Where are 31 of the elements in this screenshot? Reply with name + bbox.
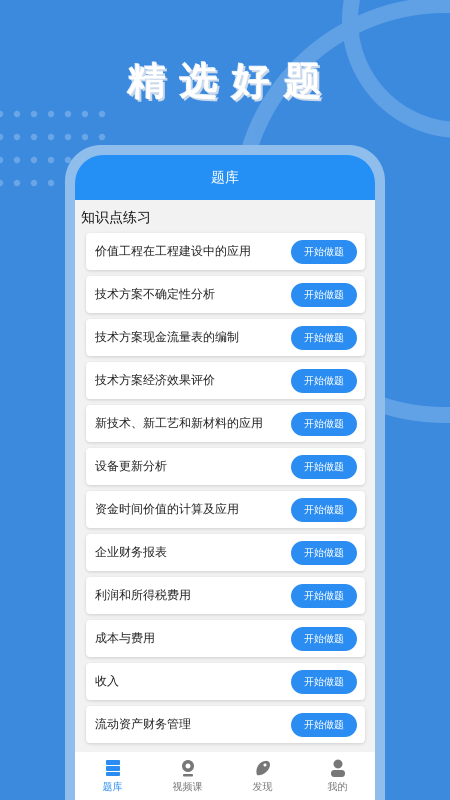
topic-name: 成本与费用 [95,630,155,647]
topic-name: 企业财务报表 [95,544,167,561]
topic-name: 技术方案经济效果评价 [95,372,215,389]
nav-tab[interactable]: 发现 [225,752,300,800]
start-button[interactable]: 开始做题 [291,282,357,306]
start-button[interactable]: 开始做题 [291,584,357,608]
screen-title: 题库 [75,155,375,200]
topic-name: 收入 [95,673,119,690]
start-button[interactable]: 开始做题 [291,368,357,392]
topic-name: 技术方案不确定性分析 [95,286,215,303]
start-button[interactable]: 开始做题 [291,326,357,350]
start-button[interactable]: 开始做题 [291,712,357,736]
start-button[interactable]: 开始做题 [291,412,357,436]
topic-name: 新技术、新工艺和新材料的应用 [95,415,263,432]
topic-name: 技术方案现金流量表的编制 [95,329,239,346]
topic-name: 流动资产财务管理 [95,716,191,733]
nav-tab[interactable]: 视频课 [150,752,225,800]
nav-tab[interactable]: 题库 [75,752,150,800]
start-button[interactable]: 开始做题 [291,498,357,522]
topic-name: 设备更新分析 [95,458,167,475]
topic-name: 资金时间价值的计算及应用 [95,501,239,518]
topic-name: 价值工程在工程建设中的应用 [95,243,251,260]
start-button[interactable]: 开始做题 [291,670,357,694]
section-title: 知识点练习 [80,209,152,227]
topic-name: 利润和所得税费用 [95,587,191,604]
start-button[interactable]: 开始做题 [291,240,357,264]
headline: 精选好题 [126,58,336,105]
start-button[interactable]: 开始做题 [291,540,357,564]
nav-tab[interactable]: 我的 [300,752,375,800]
start-button[interactable]: 开始做题 [291,626,357,650]
start-button[interactable]: 开始做题 [291,454,357,478]
